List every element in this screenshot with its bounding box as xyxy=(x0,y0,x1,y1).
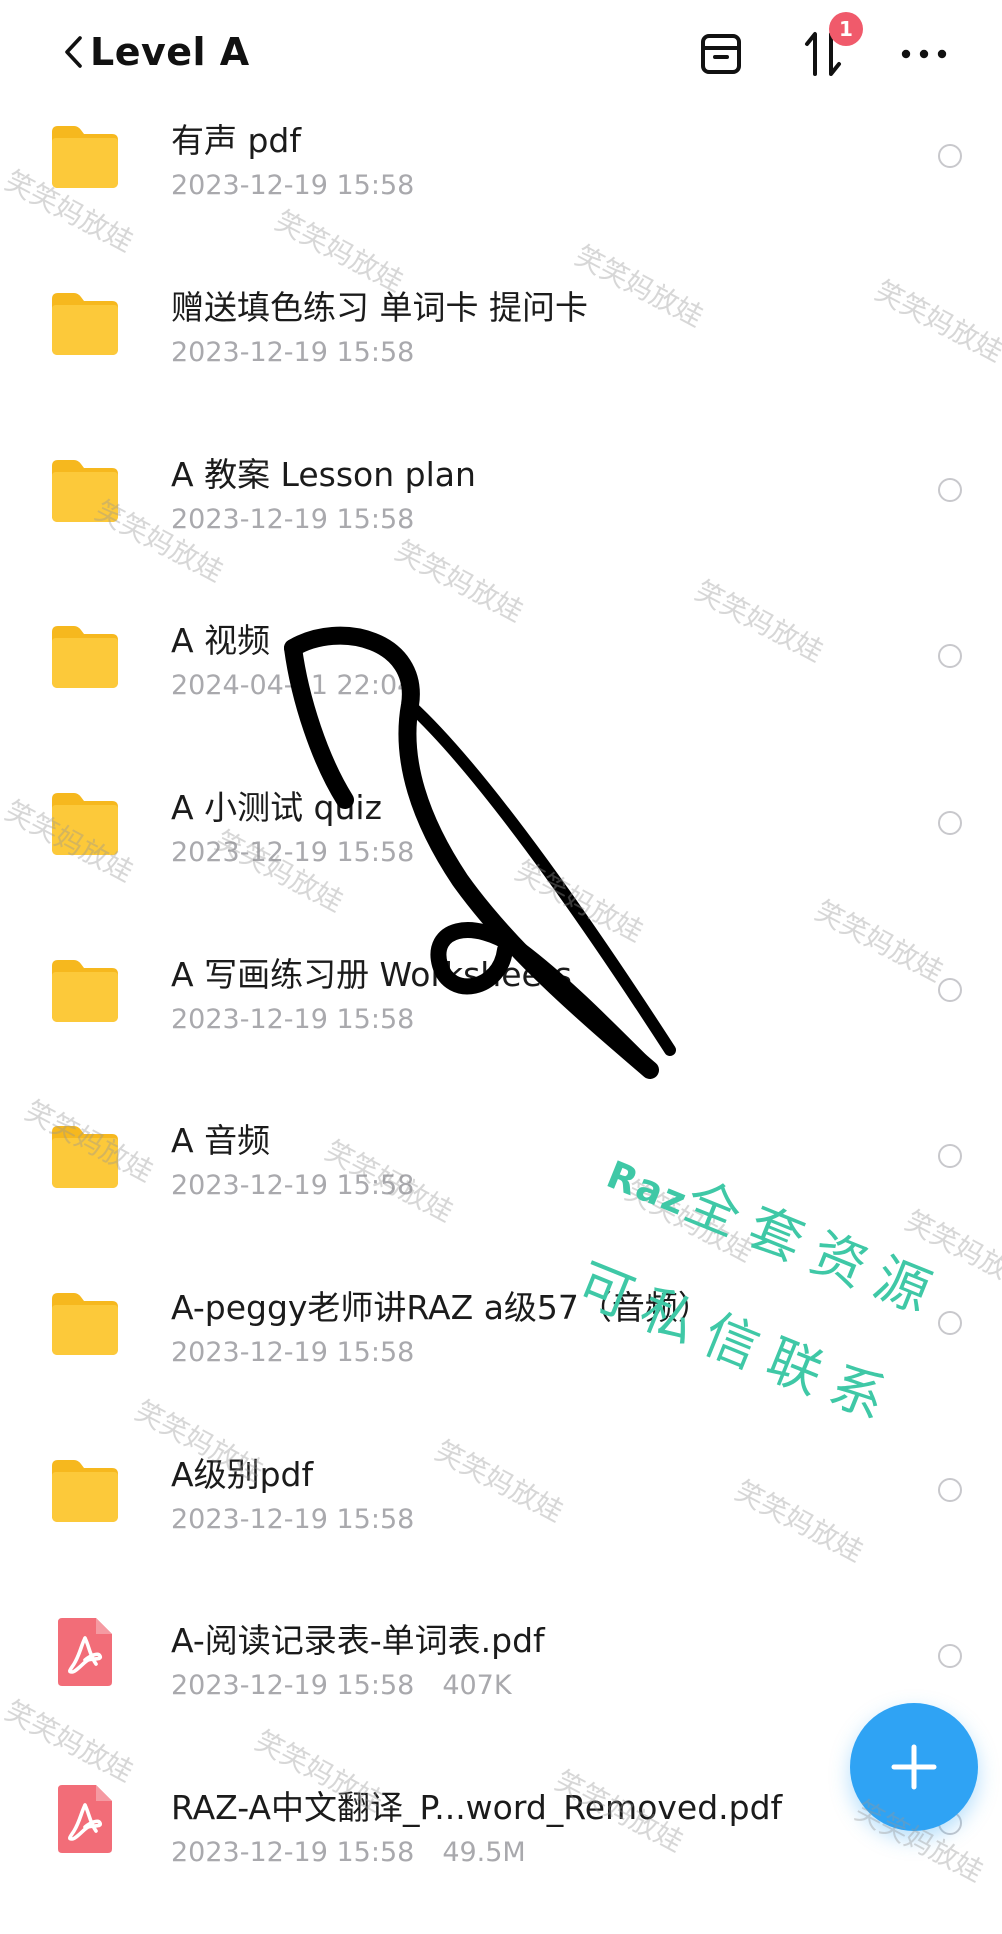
file-date: 2023-12-19 15:58 xyxy=(171,337,415,368)
file-meta: 2023-12-19 15:58 xyxy=(171,1504,414,1535)
select-radio[interactable] xyxy=(938,1311,962,1335)
file-meta: 2023-12-19 15:58 xyxy=(171,504,414,535)
folder-icon xyxy=(52,1460,118,1522)
file-name: A 写画练习册 Worksheets xyxy=(171,955,572,994)
folder-icon xyxy=(52,960,118,1022)
list-item[interactable]: 赠送填色练习 单词卡 提问卡 2023-12-19 15:58 xyxy=(0,267,1002,434)
add-fab-button[interactable] xyxy=(850,1703,978,1831)
pdf-file-icon xyxy=(58,1785,112,1853)
file-date: 2023-12-19 15:58 xyxy=(171,1837,415,1868)
file-size: 49.5M xyxy=(442,1837,526,1868)
pdf-file-icon xyxy=(58,1618,112,1686)
file-name: A 视频 xyxy=(171,621,271,660)
list-item[interactable]: A级别pdf 2023-12-19 15:58 xyxy=(0,1434,1002,1601)
file-date: 2023-12-19 15:58 xyxy=(171,170,415,201)
file-meta: 2024-04-11 22:04 xyxy=(171,670,414,701)
list-item[interactable]: 有声 pdf 2023-12-19 15:58 xyxy=(0,100,1002,267)
list-item[interactable]: RAZ-A中文翻译_P...word_Removed.pdf 2023-12-1… xyxy=(0,1767,1002,1934)
select-radio[interactable] xyxy=(938,978,962,1002)
folder-icon xyxy=(52,1293,118,1355)
select-radio[interactable] xyxy=(938,1644,962,1668)
notification-badge: 1 xyxy=(829,12,863,46)
file-meta: 2023-12-19 15:58 xyxy=(171,337,414,368)
folder-icon xyxy=(52,293,118,355)
file-meta: 2023-12-19 15:58 xyxy=(171,170,414,201)
list-item[interactable]: A 音频 2023-12-19 15:58 xyxy=(0,1100,1002,1267)
file-name: A 小测试 quiz xyxy=(171,788,382,827)
file-meta: 2023-12-19 15:58 407K xyxy=(171,1670,512,1701)
plus-icon xyxy=(891,1744,937,1790)
top-bar: Level A 1 xyxy=(0,0,1002,108)
back-button[interactable]: Level A xyxy=(60,22,250,82)
file-date: 2023-12-19 15:58 xyxy=(171,1170,415,1201)
file-date: 2023-12-19 15:58 xyxy=(171,1670,415,1701)
file-name: A 音频 xyxy=(171,1121,271,1160)
file-name: A-阅读记录表-单词表.pdf xyxy=(171,1621,545,1660)
archive-icon xyxy=(701,34,741,74)
file-meta: 2023-12-19 15:58 xyxy=(171,1170,414,1201)
file-date: 2023-12-19 15:58 xyxy=(171,837,415,868)
folder-icon xyxy=(52,126,118,188)
select-radio[interactable] xyxy=(938,1144,962,1168)
list-item[interactable]: A 小测试 quiz 2023-12-19 15:58 xyxy=(0,767,1002,934)
file-meta: 2023-12-19 15:58 xyxy=(171,1337,414,1368)
file-name: A-peggy老师讲RAZ a级57（音频） xyxy=(171,1288,711,1327)
select-radio[interactable] xyxy=(938,144,962,168)
select-radio[interactable] xyxy=(938,644,962,668)
file-meta: 2023-12-19 15:58 xyxy=(171,837,414,868)
folder-icon xyxy=(52,460,118,522)
file-meta: 2023-12-19 15:58 xyxy=(171,1004,414,1035)
chevron-left-icon xyxy=(65,36,82,68)
page-title: Level A xyxy=(90,30,250,74)
folder-icon xyxy=(52,626,118,688)
list-item[interactable]: A-peggy老师讲RAZ a级57（音频） 2023-12-19 15:58 xyxy=(0,1267,1002,1434)
list-item[interactable]: A-阅读记录表-单词表.pdf 2023-12-19 15:58 407K xyxy=(0,1600,1002,1767)
file-date: 2023-12-19 15:58 xyxy=(171,1004,415,1035)
file-meta: 2023-12-19 15:58 49.5M xyxy=(171,1837,526,1868)
file-date: 2023-12-19 15:58 xyxy=(171,504,415,535)
folder-icon xyxy=(52,793,118,855)
list-item[interactable]: A 写画练习册 Worksheets 2023-12-19 15:58 xyxy=(0,934,1002,1101)
select-radio[interactable] xyxy=(938,1478,962,1502)
folder-icon xyxy=(52,1126,118,1188)
archive-button[interactable] xyxy=(693,26,749,82)
file-date: 2024-04-11 22:04 xyxy=(171,670,415,701)
file-name: RAZ-A中文翻译_P...word_Removed.pdf xyxy=(171,1788,783,1827)
more-horizontal-icon xyxy=(901,49,947,59)
file-name: A级别pdf xyxy=(171,1455,314,1494)
select-radio[interactable] xyxy=(938,478,962,502)
list-item[interactable]: A 教案 Lesson plan 2023-12-19 15:58 xyxy=(0,434,1002,601)
file-name: 有声 pdf xyxy=(171,121,302,160)
more-options-button[interactable] xyxy=(896,26,952,82)
select-radio[interactable] xyxy=(938,811,962,835)
file-name: A 教案 Lesson plan xyxy=(171,455,476,494)
file-date: 2023-12-19 15:58 xyxy=(171,1337,415,1368)
file-name: 赠送填色练习 单词卡 提问卡 xyxy=(171,288,588,327)
file-date: 2023-12-19 15:58 xyxy=(171,1504,415,1535)
list-item[interactable]: A 视频 2024-04-11 22:04 xyxy=(0,600,1002,767)
file-size: 407K xyxy=(442,1670,512,1701)
